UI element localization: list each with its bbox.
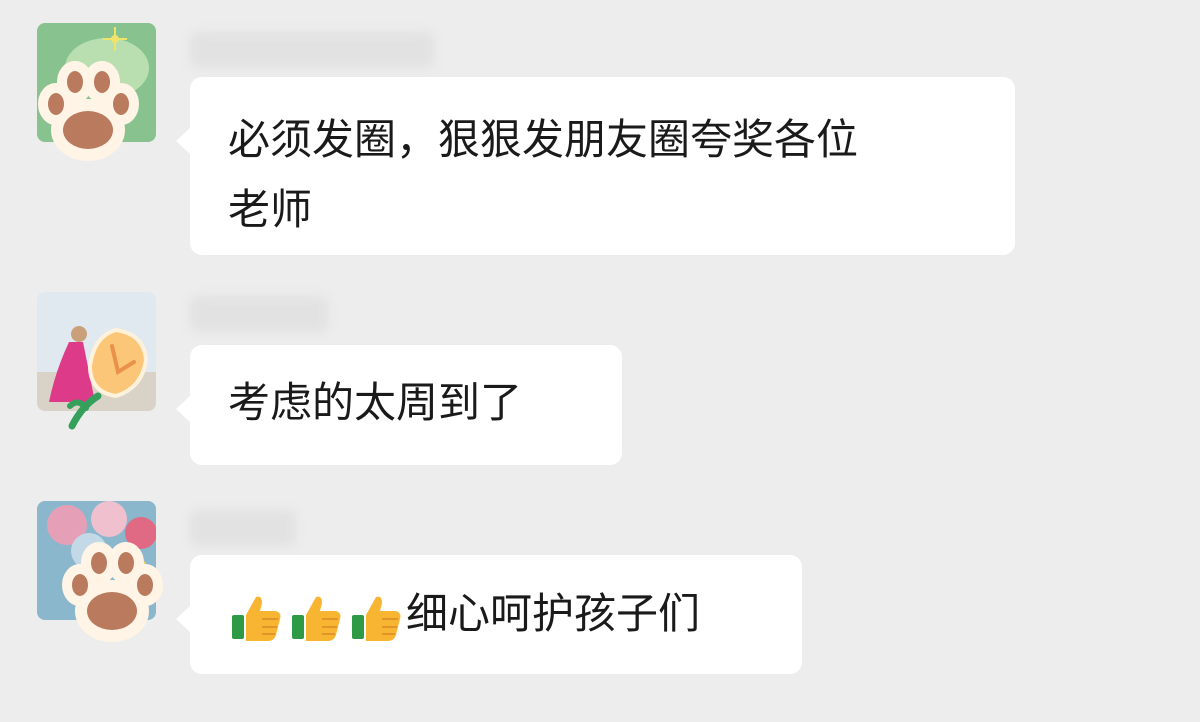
message-text: 细心呵护孩子们 xyxy=(406,589,701,638)
thumbs-up-icon xyxy=(232,596,281,641)
sender-name-blurred xyxy=(190,296,328,332)
message-text-line: 细心呵护孩子们 xyxy=(228,579,764,649)
message-text-line: 必须发圈，狠狠发朋友圈夸奖各位 xyxy=(228,115,859,164)
chat-message: 必须发圈，狠狠发朋友圈夸奖各位 老师 xyxy=(0,0,1200,270)
emoji-row xyxy=(228,589,404,645)
message-text-line: 老师 xyxy=(228,185,313,234)
thumbs-up-icon xyxy=(352,596,401,641)
tulip-sticker-icon xyxy=(67,327,149,430)
cat-paw-sticker-icon xyxy=(62,542,163,642)
sender-name-blurred xyxy=(190,510,296,546)
message-bubble[interactable]: 细心呵护孩子们 xyxy=(176,555,802,674)
chat-message: 细心呵护孩子们 xyxy=(0,480,1200,722)
cat-paw-sticker-icon xyxy=(38,61,139,161)
message-bubble[interactable]: 必须发圈，狠狠发朋友圈夸奖各位 老师 xyxy=(176,77,1015,255)
message-text-line: 考虑的太周到了 xyxy=(228,378,523,427)
sender-name-blurred xyxy=(190,32,434,68)
message-bubble[interactable]: 考虑的太周到了 xyxy=(176,345,622,465)
thumbs-up-icon xyxy=(292,596,341,641)
chat-message: 考虑的太周到了 xyxy=(0,270,1200,480)
